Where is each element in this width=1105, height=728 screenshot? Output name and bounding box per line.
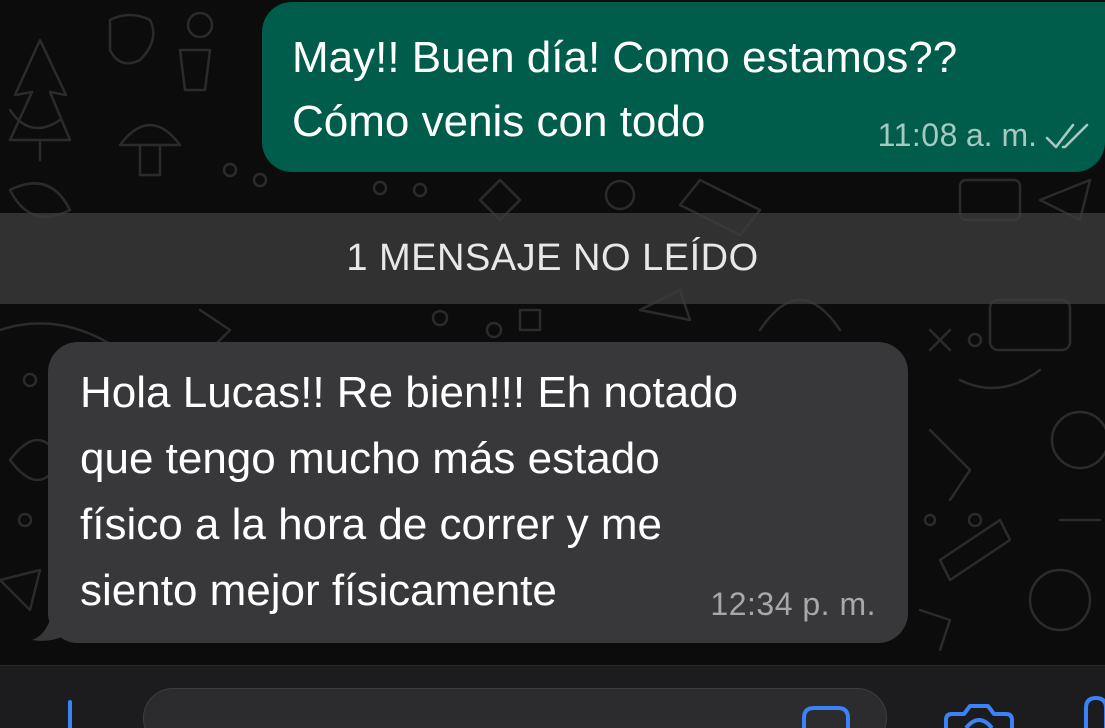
message-meta: 12:34 p. m.	[710, 586, 876, 623]
message-period: p. m.	[802, 586, 876, 622]
sticker-icon[interactable]	[798, 704, 854, 728]
incoming-message-bubble[interactable]: Hola Lucas!! Re bien!!! Eh notado que te…	[48, 342, 908, 643]
unread-messages-banner: 1 MENSAJE NO LEÍDO	[0, 213, 1105, 304]
message-time: 12:34	[710, 586, 793, 622]
mic-icon[interactable]	[1080, 694, 1105, 728]
plus-icon[interactable]	[50, 696, 90, 728]
outgoing-message-bubble[interactable]: May!! Buen día! Como estamos?? Cómo veni…	[262, 2, 1105, 172]
double-check-icon	[1045, 123, 1089, 148]
message-input[interactable]	[143, 688, 887, 728]
message-line: May!! Buen día! Como estamos??	[292, 33, 958, 82]
message-line: físico a la hora de correr y me	[80, 500, 663, 549]
incoming-message-text: Hola Lucas!! Re bien!!! Eh notado que te…	[80, 360, 880, 624]
unread-banner-label: 1 MENSAJE NO LEÍDO	[346, 237, 759, 279]
message-line: Hola Lucas!! Re bien!!! Eh notado	[80, 368, 738, 417]
message-time: 11:08	[877, 117, 958, 153]
chat-screen: May!! Buen día! Como estamos?? Cómo veni…	[0, 0, 1105, 728]
message-meta: 11:08 a. m.	[878, 117, 1091, 154]
message-period: a. m.	[965, 117, 1037, 153]
message-line: que tengo mucho más estado	[80, 434, 660, 483]
camera-icon[interactable]	[942, 700, 1016, 728]
